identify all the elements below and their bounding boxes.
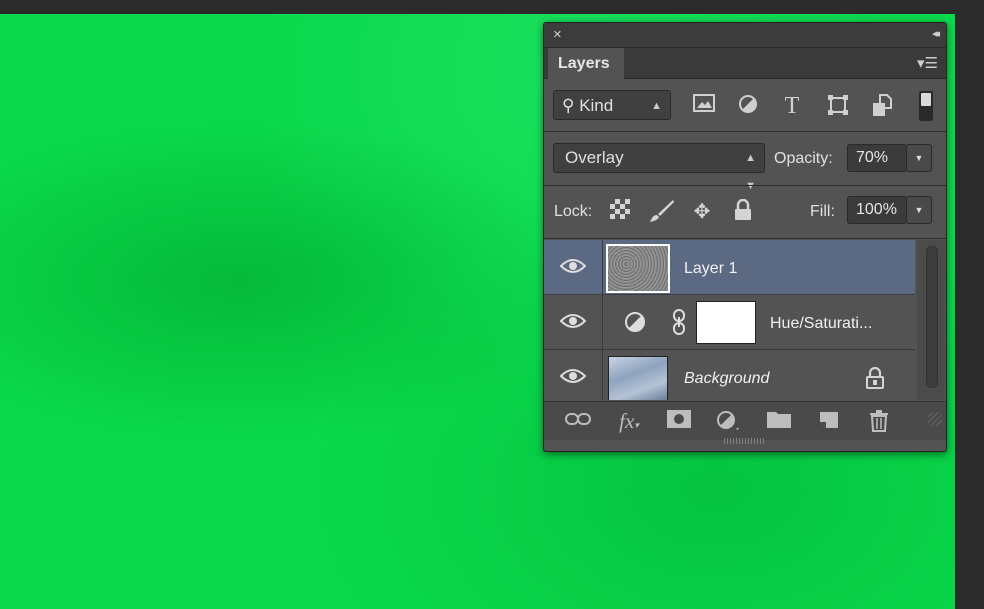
layer-locked-icon: [866, 367, 884, 389]
new-group-folder-icon[interactable]: [766, 410, 792, 432]
blend-mode-select[interactable]: Overlay ▲ ▼: [553, 143, 765, 192]
fill-field[interactable]: 100%: [847, 196, 907, 224]
lock-all-icon[interactable]: [730, 198, 756, 225]
mask-link-chain-icon[interactable]: [672, 309, 686, 335]
layers-bottom-toolbar: fx▾: [544, 401, 946, 440]
smart-object-filter-icon[interactable]: [870, 94, 894, 118]
lock-label: Lock:: [554, 203, 593, 220]
layer-thumbnail[interactable]: [606, 244, 670, 293]
layer-name[interactable]: Background: [684, 370, 769, 388]
link-layers-icon[interactable]: [565, 410, 591, 432]
tab-layers[interactable]: Layers: [548, 48, 624, 79]
fill-label: Fill:: [810, 203, 835, 220]
opacity-dropdown-button[interactable]: ▼: [906, 144, 932, 172]
add-mask-icon[interactable]: [666, 410, 692, 432]
fx-icon[interactable]: fx▾: [616, 410, 642, 432]
layer-thumbnail[interactable]: [608, 356, 668, 400]
layer-name[interactable]: Hue/Saturati...: [770, 315, 872, 333]
filter-kind-select[interactable]: ⚲ Kind ▲: [553, 90, 671, 120]
new-adjustment-icon[interactable]: [716, 410, 742, 432]
divider: [544, 185, 946, 186]
new-layer-icon[interactable]: [816, 410, 842, 432]
panel-drag-grip[interactable]: [724, 438, 764, 444]
search-icon: ⚲: [562, 96, 580, 115]
layers-scrollbar[interactable]: [917, 240, 945, 400]
visibility-eye-icon[interactable]: [560, 311, 586, 331]
divider: [544, 131, 946, 132]
layer-row[interactable]: Background: [544, 350, 915, 400]
blend-mode-value: Overlay: [565, 148, 624, 167]
adjustment-layer-icon[interactable]: [624, 311, 646, 333]
panel-tab-row: Layers ▾☰: [544, 48, 946, 79]
layer-row[interactable]: Layer 1: [544, 240, 915, 295]
collapse-panel-icon[interactable]: ◂◂: [932, 27, 940, 40]
opacity-label: Opacity:: [774, 150, 833, 167]
visibility-column-divider: [602, 240, 603, 295]
opacity-field[interactable]: 70%: [847, 144, 907, 172]
panel-menu-icon[interactable]: ▾☰: [917, 54, 938, 72]
lock-transparent-pixels-icon[interactable]: [607, 199, 633, 225]
layer-name[interactable]: Layer 1: [684, 260, 737, 278]
adjustment-layer-filter-icon[interactable]: [736, 94, 760, 118]
pixel-layer-filter-icon[interactable]: [692, 94, 716, 118]
lock-position-move-icon[interactable]: ✥: [689, 199, 715, 225]
close-icon[interactable]: ×: [553, 26, 562, 43]
visibility-eye-icon[interactable]: [560, 366, 586, 386]
filter-kind-label: Kind: [579, 96, 614, 115]
filter-toggle-switch[interactable]: [919, 91, 933, 121]
shape-layer-filter-icon[interactable]: [826, 94, 850, 118]
layer-row[interactable]: Hue/Saturati...: [544, 295, 915, 350]
layer-filter-row: ⚲ Kind ▲ T: [544, 79, 946, 131]
visibility-column-divider: [602, 295, 603, 350]
visibility-column-divider: [602, 350, 603, 400]
type-layer-filter-icon[interactable]: T: [780, 94, 804, 118]
trash-icon[interactable]: [866, 410, 892, 432]
layers-list: Layer 1 Hue/Saturati... Background: [544, 240, 915, 400]
divider: [544, 238, 946, 239]
visibility-eye-icon[interactable]: [560, 256, 586, 276]
layers-panel: × ◂◂ Layers ▾☰ ⚲ Kind ▲ T Overlay ▲ ▼ Opa…: [543, 22, 947, 452]
layer-mask-thumbnail[interactable]: [696, 301, 756, 344]
fill-dropdown-button[interactable]: ▼: [906, 196, 932, 224]
select-arrows-icon: ▲ ▼: [745, 152, 756, 192]
select-arrows-icon: ▲: [651, 100, 662, 112]
lock-image-pixels-brush-icon[interactable]: [648, 199, 674, 225]
scrollbar-thumb[interactable]: [926, 246, 938, 388]
resize-grip-icon[interactable]: [928, 412, 942, 426]
panel-titlebar[interactable]: × ◂◂: [544, 23, 946, 48]
